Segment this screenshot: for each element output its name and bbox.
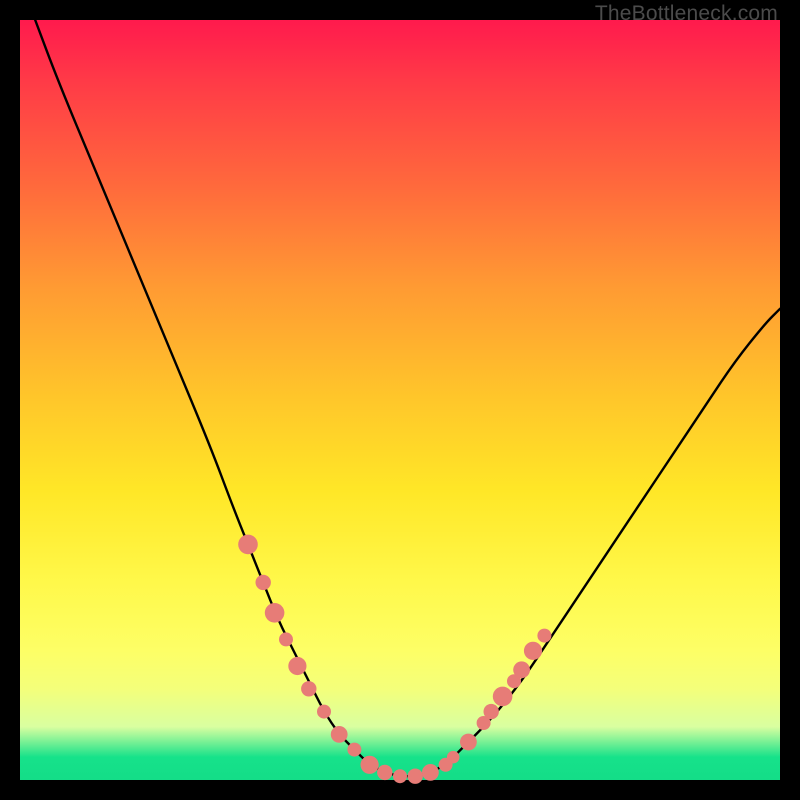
data-marker — [393, 769, 407, 783]
data-marker — [537, 629, 551, 643]
chart-svg — [20, 20, 780, 780]
bottleneck-curve — [35, 20, 780, 776]
data-marker — [256, 575, 271, 590]
data-marker — [447, 751, 460, 764]
data-marker — [347, 743, 361, 757]
data-marker — [513, 661, 530, 678]
data-marker — [317, 705, 331, 719]
marker-group — [238, 535, 551, 784]
data-marker — [408, 769, 423, 784]
data-marker — [524, 642, 542, 660]
data-marker — [265, 603, 285, 623]
curve-group — [35, 20, 780, 776]
chart-plot-area — [20, 20, 780, 780]
data-marker — [422, 764, 439, 781]
data-marker — [361, 756, 379, 774]
data-marker — [493, 687, 513, 707]
data-marker — [484, 704, 499, 719]
chart-frame: TheBottleneck.com — [0, 0, 800, 800]
data-marker — [301, 681, 316, 696]
data-marker — [279, 632, 293, 646]
data-marker — [331, 726, 348, 743]
data-marker — [288, 657, 306, 675]
data-marker — [460, 734, 477, 751]
watermark-text: TheBottleneck.com — [595, 2, 778, 26]
data-marker — [377, 765, 392, 780]
data-marker — [238, 535, 258, 555]
